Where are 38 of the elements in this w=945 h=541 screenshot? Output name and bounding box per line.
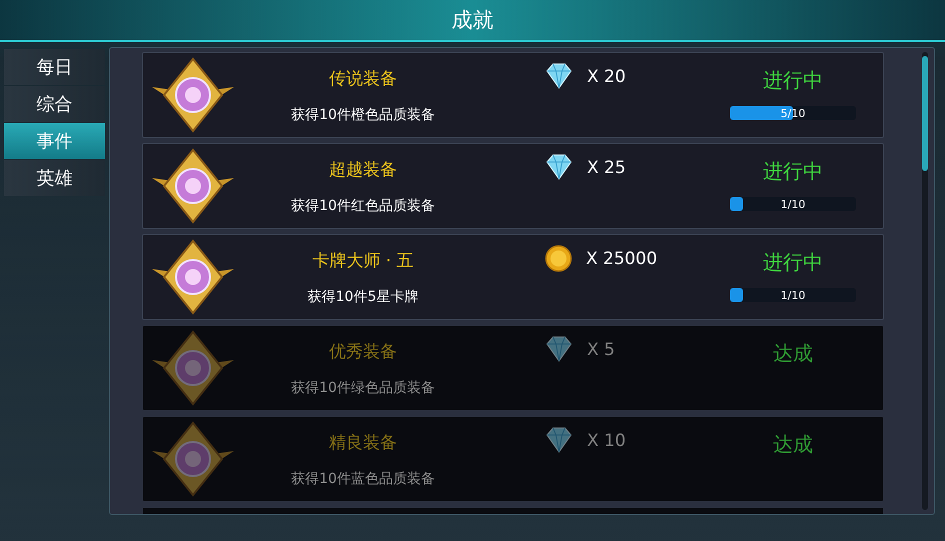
achievement-description: 获得10件绿色品质装备 — [291, 378, 435, 396]
achievement-title: 超越装备 — [329, 158, 397, 180]
achievement-title: 卡牌大师 · 五 — [312, 250, 414, 272]
category-tab[interactable]: 综合 — [4, 86, 105, 122]
reward-amount: X 25000 — [586, 249, 658, 269]
achievement-description: 获得10件红色品质装备 — [291, 196, 435, 214]
progress-text: 1/10 — [780, 288, 806, 302]
achievement-status: 进行中 — [763, 158, 823, 185]
medal-icon — [150, 148, 236, 224]
achievement-title: 优秀装备 — [329, 340, 397, 362]
reward-amount: X 20 — [587, 67, 626, 87]
achievement-description: 获得10件5星卡牌 — [308, 288, 418, 306]
medal-icon — [150, 57, 236, 133]
diamond-icon — [545, 154, 573, 180]
medal-icon — [150, 239, 236, 315]
reward-amount: X 25 — [587, 158, 626, 178]
diamond-icon — [545, 336, 573, 362]
medal-icon — [150, 421, 236, 497]
achievement-status: 进行中 — [763, 249, 823, 276]
achievement-status: 进行中 — [763, 67, 823, 94]
achievement-description: 获得10件蓝色品质装备 — [291, 470, 435, 488]
scrollbar[interactable] — [922, 52, 928, 510]
progress-text: 1/10 — [780, 198, 806, 210]
category-tab[interactable]: 每日 — [4, 49, 105, 85]
medal-icon — [150, 330, 236, 406]
reward-amount: X 10 — [587, 431, 626, 451]
achievement-title: 传说装备 — [329, 68, 397, 90]
category-tab[interactable]: 事件 — [4, 123, 105, 159]
diamond-icon — [545, 427, 573, 453]
achievement-title: 精良装备 — [329, 432, 397, 454]
achievement-description: 获得10件橙色品质装备 — [291, 106, 435, 124]
window-title: 成就 — [452, 7, 494, 34]
reward-amount: X 5 — [587, 340, 615, 360]
diamond-icon — [545, 63, 573, 89]
achievement-status: 达成 — [773, 431, 813, 458]
category-tab[interactable]: 英雄 — [4, 160, 105, 196]
achievement-status: 达成 — [773, 340, 813, 367]
coin-icon — [545, 245, 572, 272]
